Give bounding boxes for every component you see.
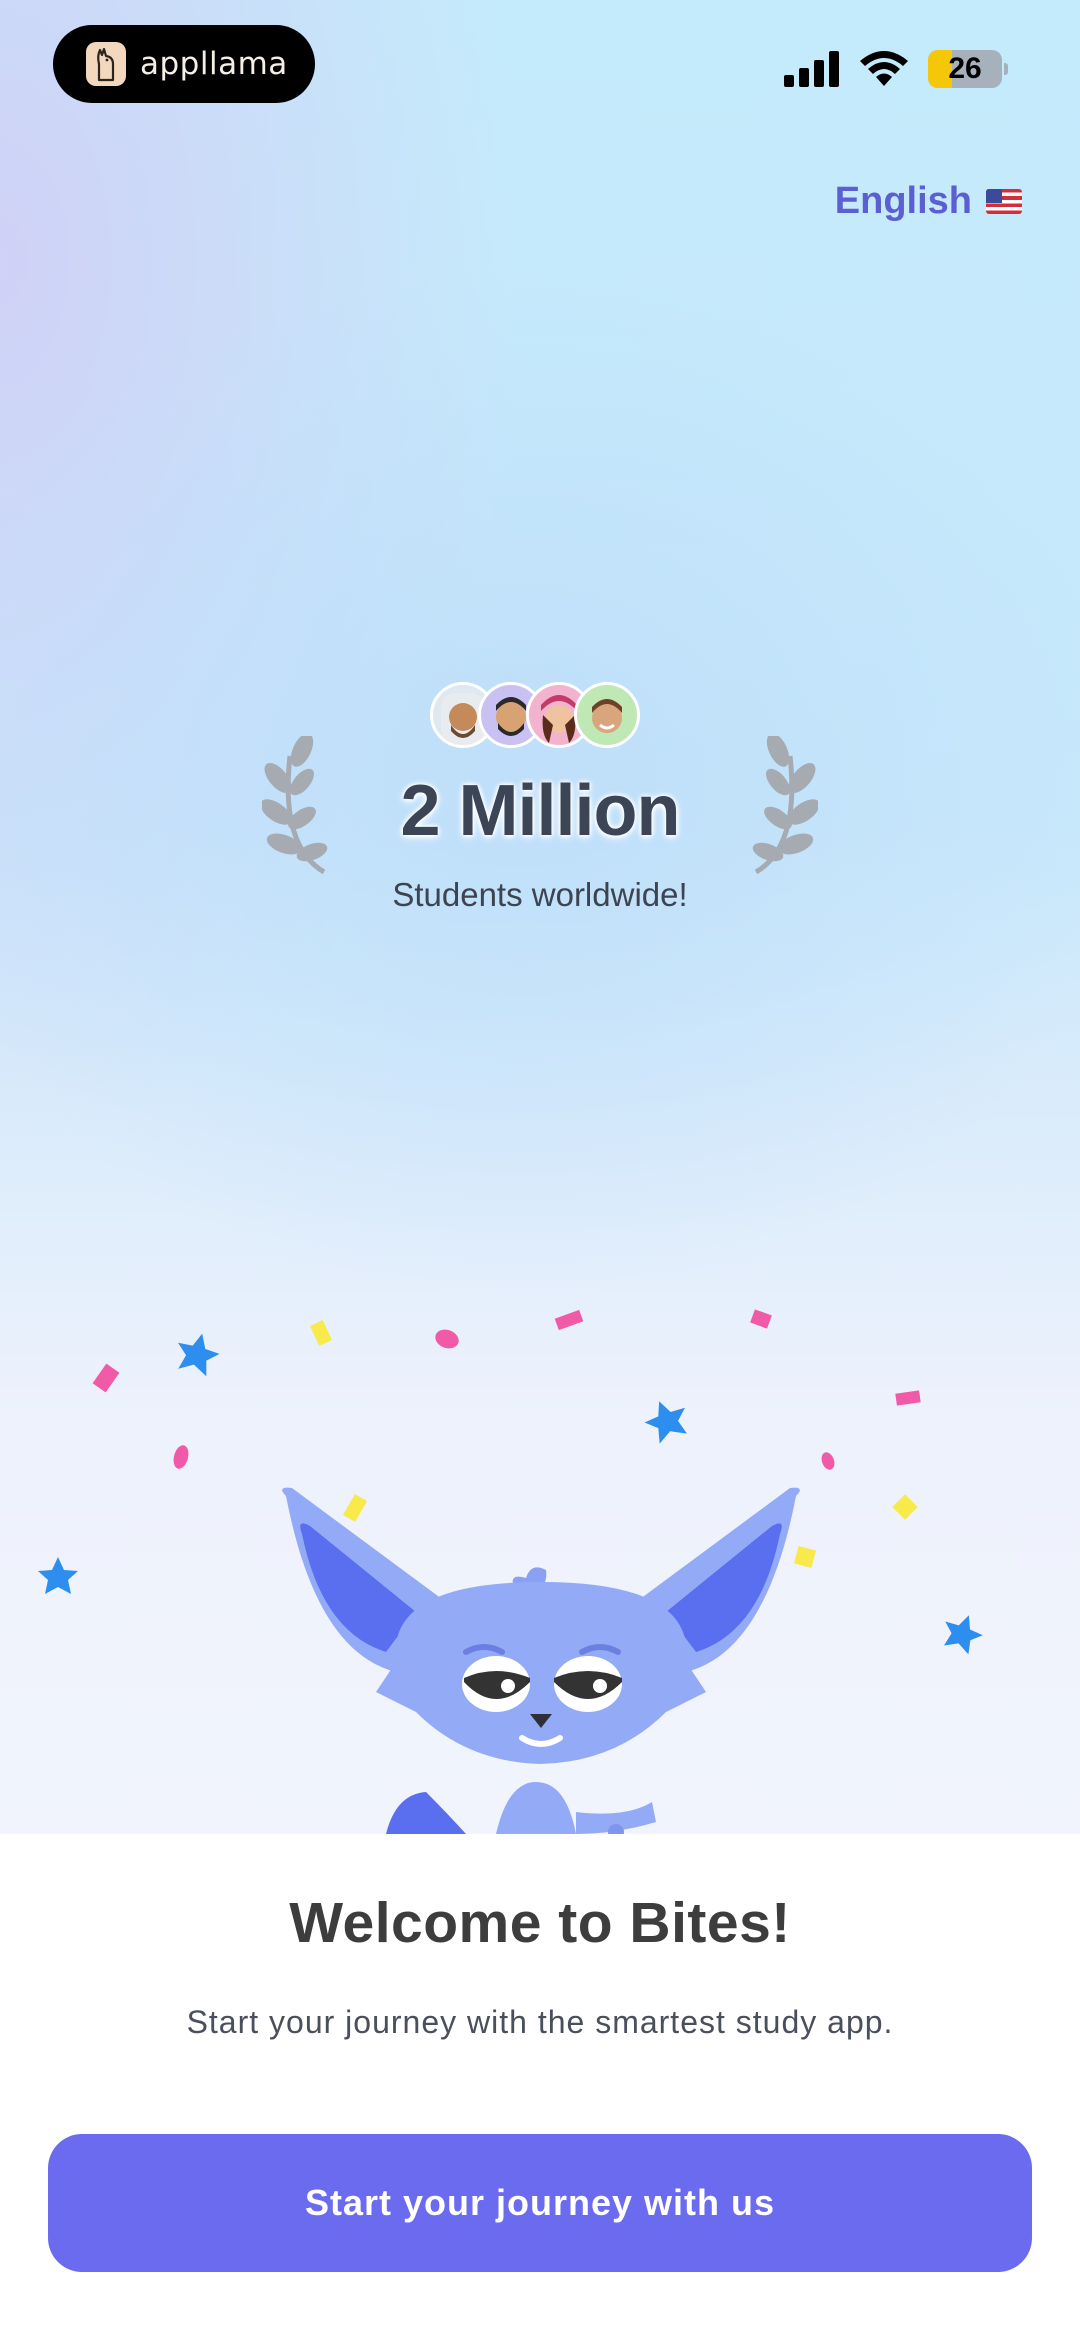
battery-icon: 26: [928, 50, 1002, 88]
avatar: [574, 682, 640, 748]
start-journey-button[interactable]: Start your journey with us: [48, 2134, 1032, 2272]
wifi-icon: [860, 51, 908, 86]
language-label: English: [834, 180, 972, 222]
appllama-badge: appllama: [53, 25, 315, 103]
battery-level: 26: [948, 52, 982, 85]
welcome-subtitle: Start your journey with the smartest stu…: [186, 2004, 894, 2040]
welcome-title: Welcome to Bites!: [289, 1891, 791, 1955]
avatar-stack: [430, 682, 650, 754]
battery-tip: [1004, 63, 1008, 75]
llama-logo-icon: [86, 42, 126, 86]
cellular-signal-icon: [784, 51, 839, 87]
welcome-sheet: Welcome to Bites! Start your journey wit…: [0, 1834, 1080, 2337]
status-icons: 26: [784, 50, 1008, 88]
appllama-label: appllama: [140, 46, 288, 82]
student-count-subtitle: Students worldwide!: [392, 876, 688, 913]
fox-mascot: [282, 1487, 800, 1834]
student-count: 2 Million: [400, 771, 681, 851]
us-flag-icon: [986, 189, 1022, 214]
language-selector[interactable]: English: [835, 180, 1022, 223]
